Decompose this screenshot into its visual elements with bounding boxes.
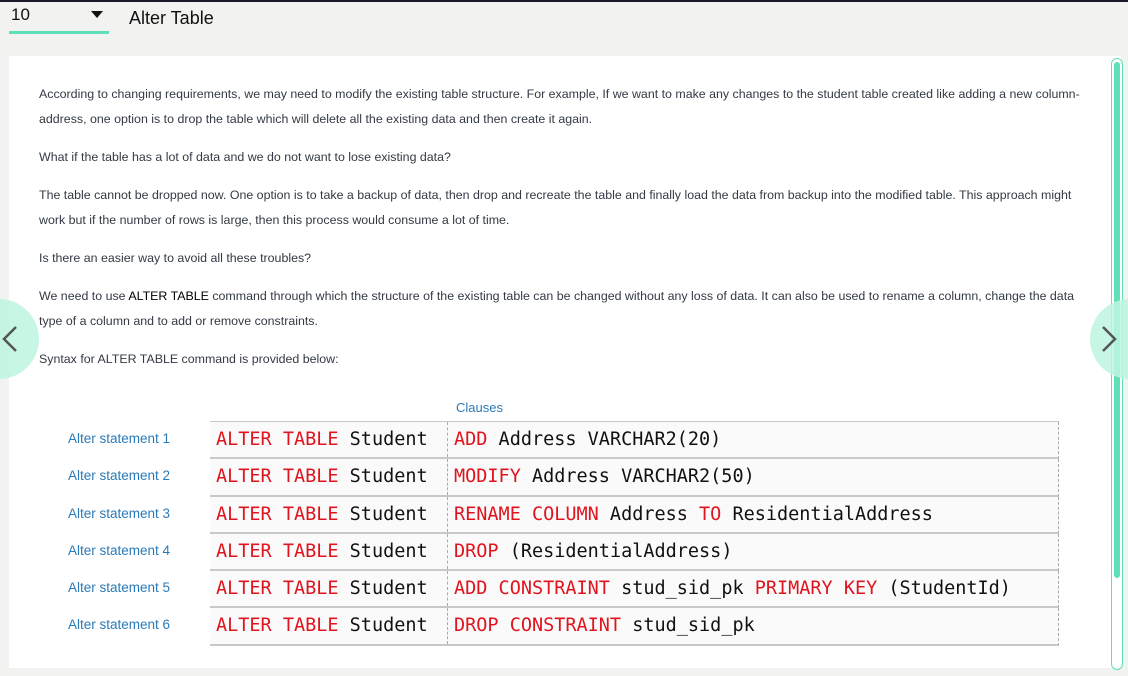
statement-label: Alter statement 3 (68, 505, 171, 521)
sql-clause: ADD Address VARCHAR2(20) (454, 422, 721, 458)
clauses-label: Clauses (456, 400, 503, 415)
sql-prefix: ALTER TABLE Student (216, 608, 428, 644)
sql-table-name: Student (349, 578, 428, 600)
column-divider (447, 571, 448, 607)
sql-syntax-table: ALTER TABLE Student ADD Address VARCHAR2(… (210, 421, 1059, 646)
statement-label: Alter statement 4 (68, 542, 171, 558)
paragraph: What if the table has a lot of data and … (39, 150, 451, 164)
paragraph: According to changing requirements, we m… (39, 87, 1080, 126)
chevron-left-icon (2, 326, 17, 352)
sql-prefix: ALTER TABLE Student (216, 571, 428, 607)
sql-keyword: DROP (454, 540, 499, 562)
sql-keyword: ALTER TABLE (216, 466, 339, 488)
sql-table-name: Student (349, 540, 428, 562)
sql-token: (ResidentialAddress) (498, 540, 733, 562)
sql-prefix: ALTER TABLE Student (216, 422, 428, 458)
sql-keyword: ALTER TABLE (216, 615, 339, 637)
sql-token: Address VARCHAR2(50) (520, 466, 755, 488)
column-divider (447, 608, 448, 644)
column-divider (447, 422, 448, 458)
top-bar: 10 Alter Table (0, 2, 1128, 54)
paragraph-text: We need to use (39, 289, 129, 303)
column-divider (447, 533, 448, 570)
sql-token: Address VARCHAR2(20) (487, 429, 722, 450)
sql-prefix: ALTER TABLE Student (216, 534, 428, 570)
sql-keyword: DROP CONSTRAINT (454, 615, 622, 637)
sql-row: ALTER TABLE Student DROP (ResidentialAddr… (210, 533, 1059, 572)
sql-keyword: RENAME COLUMN (454, 503, 599, 525)
sql-prefix: ALTER TABLE Student (216, 497, 428, 533)
sql-table-name: Student (349, 503, 428, 525)
statement-label: Alter statement 2 (68, 468, 171, 484)
page-number-value: 10 (11, 4, 30, 24)
sql-token: stud_sid_pk (621, 615, 755, 637)
page-number-select[interactable]: 10 (9, 4, 109, 34)
sql-clause: DROP CONSTRAINT stud_sid_pk (454, 608, 755, 644)
sql-keyword: TO (699, 503, 722, 525)
sql-keyword: ALTER TABLE (216, 540, 339, 562)
sql-token: Address (598, 503, 700, 525)
sql-clause: MODIFY Address VARCHAR2(50) (454, 459, 755, 495)
sql-keyword: MODIFY (454, 466, 521, 488)
sql-clause: ADD CONSTRAINT stud_sid_pk PRIMARY KEY (… (454, 571, 1011, 607)
syntax-intro: Syntax for ALTER TABLE command is provid… (39, 352, 339, 366)
chevron-right-icon (1102, 326, 1117, 352)
sql-row: ALTER TABLE Student ADD Address VARCHAR2(… (210, 422, 1059, 460)
sql-clause: RENAME COLUMN Address TO ResidentialAddr… (454, 497, 933, 533)
page-title: Alter Table (129, 8, 214, 28)
statement-labels: Alter statement 1 Alter statement 2 Alte… (68, 420, 208, 644)
statement-label: Alter statement 6 (68, 617, 171, 633)
sql-row: ALTER TABLE Student ADD CONSTRAINT stud_s… (210, 571, 1059, 609)
sql-keyword: ALTER TABLE (216, 503, 339, 525)
sql-row: ALTER TABLE Student MODIFY Address VARCHA… (210, 459, 1059, 497)
paragraph: We need to use ALTER TABLE command throu… (39, 284, 1087, 334)
sql-keyword: ALTER TABLE (216, 578, 339, 600)
paragraph: The table cannot be dropped now. One opt… (39, 188, 1072, 227)
sql-clause: DROP (ResidentialAddress) (454, 534, 732, 570)
sql-keyword: ADD CONSTRAINT (454, 578, 610, 600)
sql-token: stud_sid_pk (609, 578, 755, 600)
bold-keyword: ALTER TABLE (128, 289, 209, 303)
sql-table-name: Student (349, 466, 428, 488)
content-text: According to changing requirements, we m… (39, 82, 1087, 385)
column-divider (447, 496, 448, 532)
sql-keyword: ALTER TABLE (216, 429, 339, 450)
sql-token: (StudentId) (877, 578, 1011, 600)
paragraph: Is there an easier way to avoid all thes… (39, 251, 312, 265)
caret-down-icon (91, 11, 103, 18)
sql-row: ALTER TABLE Student RENAME COLUMN Address… (210, 496, 1059, 534)
sql-table-name: Student (349, 615, 428, 637)
sql-token: ResidentialAddress (721, 503, 933, 525)
sql-table-name: Student (349, 429, 428, 450)
sql-keyword: ADD (454, 429, 488, 450)
statement-label: Alter statement 5 (68, 580, 171, 596)
sql-row: ALTER TABLE Student DROP CONSTRAINT stud_… (210, 608, 1059, 646)
statement-label: Alter statement 1 (68, 431, 171, 446)
sql-keyword: PRIMARY KEY (754, 578, 878, 600)
column-divider (447, 459, 448, 495)
sql-prefix: ALTER TABLE Student (216, 459, 428, 495)
